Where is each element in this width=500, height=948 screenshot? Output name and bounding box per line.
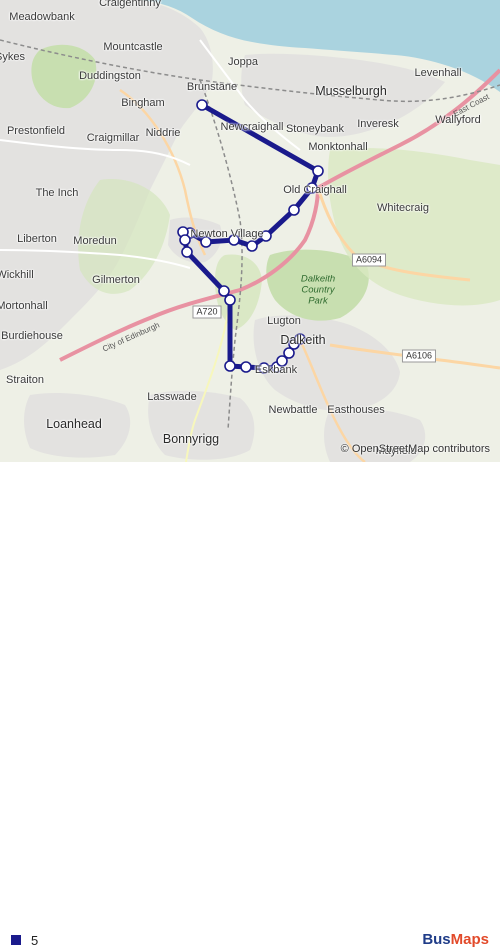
map-attribution[interactable]: © OpenStreetMap contributors xyxy=(341,443,490,455)
bus-stop-marker[interactable] xyxy=(240,361,252,373)
place-label: Musselburgh xyxy=(315,84,387,98)
bus-stop-marker[interactable] xyxy=(196,99,208,111)
place-label: Craigmillar xyxy=(86,132,140,144)
place-label: Levenhall xyxy=(414,67,462,79)
place-label: Mortonhall xyxy=(0,300,48,312)
place-label: Inveresk xyxy=(357,118,399,130)
bus-stop-marker[interactable] xyxy=(179,234,191,246)
place-label: Niddrie xyxy=(145,127,181,139)
place-label: Wickhill xyxy=(0,269,34,281)
place-label: Easthouses xyxy=(327,404,385,416)
place-label: Old Craighall xyxy=(283,184,347,196)
place-label: Burdiehouse xyxy=(1,330,63,342)
road-number-label: A6106 xyxy=(401,349,437,363)
bus-stop-marker[interactable] xyxy=(246,240,258,252)
place-label: Prestonfield xyxy=(6,125,66,137)
bus-stop-marker[interactable] xyxy=(312,165,324,177)
place-label: Duddingston xyxy=(79,70,141,82)
map-legend-footer: 5 BusMaps xyxy=(0,462,500,948)
logo-part-maps: Maps xyxy=(450,931,489,948)
place-label: Dalkeith xyxy=(280,333,326,347)
map-view[interactable]: Craigentinny Meadowbank Mountcastle Joppa Le… xyxy=(0,0,500,462)
bus-stop-marker[interactable] xyxy=(224,360,236,372)
road-number-label: A6094 xyxy=(351,253,387,267)
place-label: Craigentinny xyxy=(99,0,161,9)
place-label: Joppa xyxy=(228,56,258,68)
place-label: Mountcastle xyxy=(103,41,163,53)
place-label: Sykes xyxy=(0,51,25,63)
place-label: Newbattle xyxy=(268,404,318,416)
bus-stop-marker[interactable] xyxy=(288,204,300,216)
place-label: Moredun xyxy=(73,235,117,247)
place-label: Stoneybank xyxy=(285,123,345,135)
route-color-swatch xyxy=(11,935,21,945)
busmaps-logo[interactable]: BusMaps xyxy=(422,931,489,948)
place-label: Bonnyrigg xyxy=(162,432,220,446)
place-label: Loanhead xyxy=(46,417,102,431)
place-label: The Inch xyxy=(35,187,79,199)
place-label: Lugton xyxy=(267,315,301,327)
place-label: Straiton xyxy=(6,374,44,386)
bus-stop-marker[interactable] xyxy=(224,294,236,306)
bus-stop-marker[interactable] xyxy=(218,285,230,297)
bus-stop-marker[interactable] xyxy=(181,246,193,258)
road-number-label: A720 xyxy=(192,305,222,319)
place-label: Meadowbank xyxy=(9,11,75,23)
place-label: Gilmerton xyxy=(92,274,140,286)
place-label: Newcraighall xyxy=(220,121,284,133)
route-legend-label[interactable]: 5 xyxy=(31,933,38,948)
place-label: Newton Village xyxy=(190,228,264,240)
place-label: Lasswade xyxy=(147,391,197,403)
park-label: Dalkeith Country Park xyxy=(300,273,336,307)
place-label: Liberton xyxy=(17,233,57,245)
logo-part-bus: Bus xyxy=(422,931,451,948)
place-label: Bingham xyxy=(121,97,165,109)
place-label: Eskbank xyxy=(254,364,298,376)
place-label: Monktonhall xyxy=(308,141,368,153)
place-label: Brunstane xyxy=(186,81,238,93)
place-label: Whitecraig xyxy=(377,202,429,214)
